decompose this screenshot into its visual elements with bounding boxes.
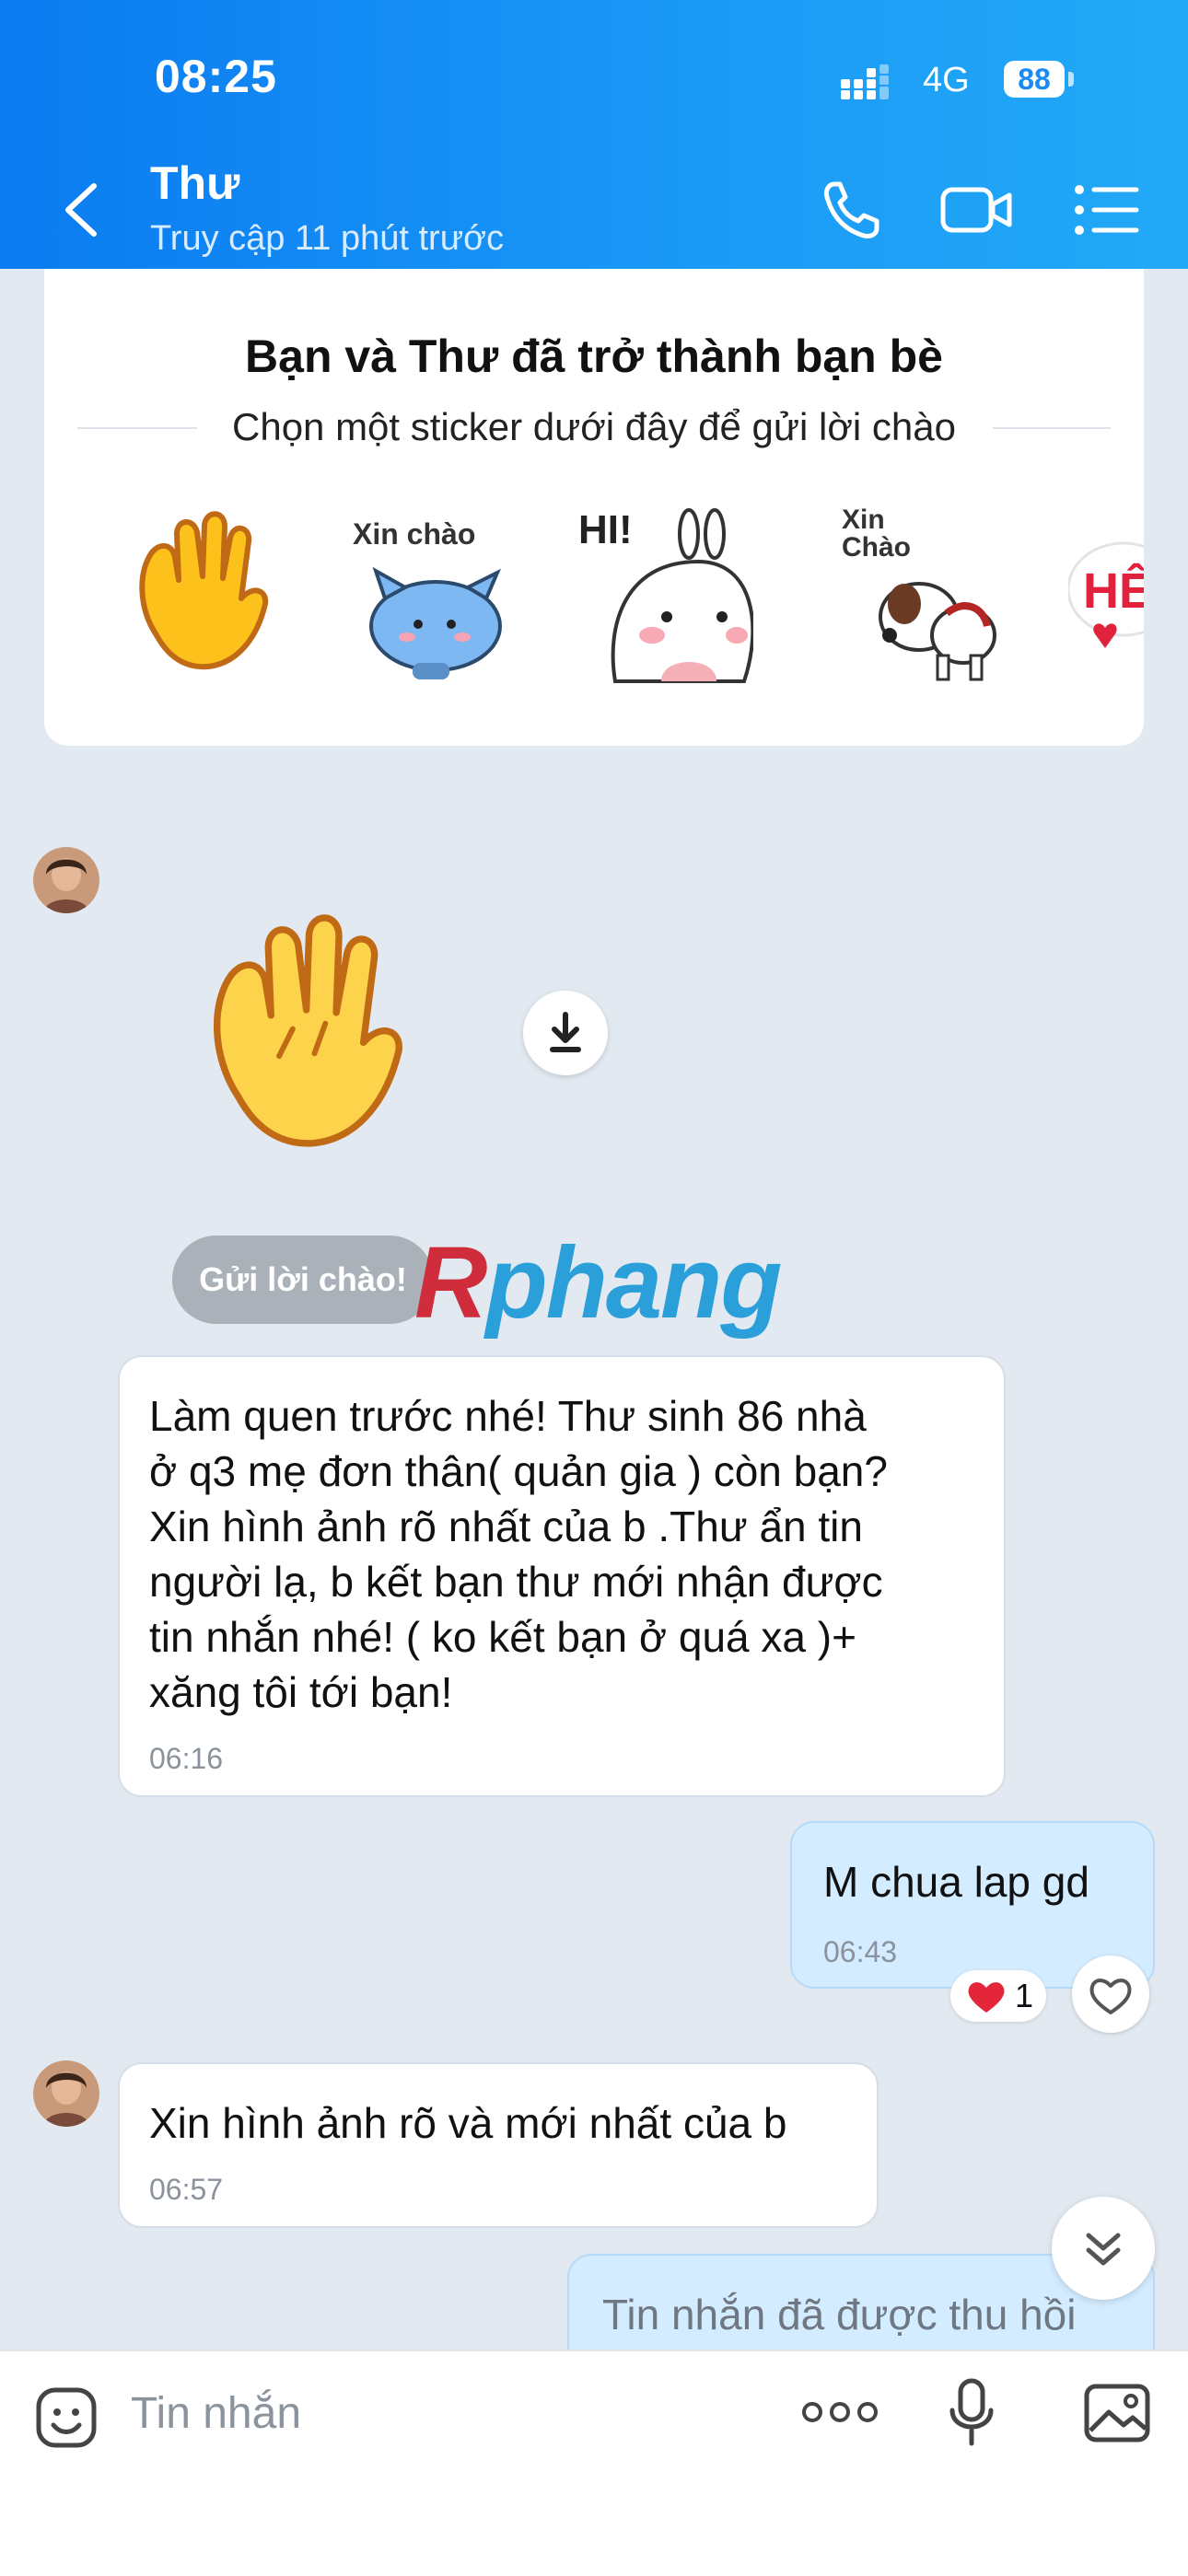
contact-avatar[interactable]	[33, 847, 99, 913]
contact-name[interactable]: Thư	[150, 157, 239, 210]
card-title: Bạn và Thư đã trở thành bạn bè	[245, 331, 943, 382]
waving-hand-sticker[interactable]	[120, 497, 295, 690]
message-input[interactable]	[129, 2375, 759, 2451]
watermark: Rphang	[414, 1224, 782, 1341]
message-text: Tin nhắn đã được thu hồi	[602, 2291, 1077, 2338]
video-call-icon[interactable]	[939, 180, 1013, 239]
download-icon	[550, 1012, 581, 1052]
watermark-r: R	[414, 1226, 487, 1340]
react-heart-button[interactable]	[1072, 1955, 1149, 2033]
reaction-count: 1	[1015, 1977, 1034, 2014]
message-input-bar	[0, 2350, 1188, 2576]
message-bubble-incoming[interactable]: Làm quen trước nhé! Thư sinh 86 nhà ở q3…	[118, 1355, 1006, 1797]
message-text: M chua lap gd	[823, 1858, 1089, 1906]
friend-suggestion-card: Bạn và Thư đã trở thành bạn bè Chọn một …	[44, 230, 1144, 746]
avatar-photo	[33, 2060, 99, 2127]
blue-cat-sticker[interactable]	[348, 497, 523, 690]
battery-level: 88	[1004, 61, 1065, 98]
phone-call-icon[interactable]	[818, 177, 884, 243]
double-chevron-down-icon	[1086, 2233, 1121, 2266]
status-time: 08:25	[155, 51, 277, 102]
image-gallery-icon[interactable]	[1083, 2383, 1151, 2443]
message-time: 06:43	[823, 1935, 898, 1968]
signal-icon	[841, 64, 889, 99]
divider	[993, 427, 1111, 429]
menu-list-icon[interactable]	[1074, 182, 1140, 238]
sticker-caption: HI!	[578, 507, 633, 552]
chat-header: 08:25 4G 88 Thư Truy cập 11 phút trước	[0, 0, 1188, 269]
watermark-rest: phang	[485, 1226, 782, 1340]
back-arrow-icon[interactable]	[59, 180, 105, 239]
send-greeting-button[interactable]: Gửi lời chào!	[172, 1236, 434, 1324]
battery-tip	[1068, 72, 1074, 87]
card-subtitle: Chọn một sticker dưới đây để gửi lời chà…	[232, 405, 956, 448]
partial-sticker[interactable]: HÊ	[1068, 534, 1144, 663]
dog-sticker[interactable]	[836, 497, 1011, 690]
message-text: Xin hình ảnh rõ và mới nhất của b	[149, 2099, 787, 2147]
reaction-summary[interactable]: 1	[950, 1970, 1046, 2022]
network-type: 4G	[923, 61, 970, 99]
heart-outline-icon	[1089, 1978, 1132, 2014]
more-options-icon[interactable]	[801, 2394, 879, 2431]
scroll-to-bottom-button[interactable]	[1052, 2197, 1155, 2300]
waving-hand-sticker[interactable]	[166, 893, 460, 1178]
sticker-caption: HÊ	[1083, 563, 1144, 619]
avatar-photo	[33, 847, 99, 913]
contact-status: Truy cập 11 phút trước	[150, 219, 505, 258]
message-time: 06:57	[149, 2173, 224, 2206]
message-text: Làm quen trước nhé! Thư sinh 86 nhà ở q3…	[149, 1392, 888, 1716]
red-heart-icon	[968, 1982, 1005, 2013]
microphone-icon[interactable]	[949, 2377, 995, 2447]
message-bubble-incoming[interactable]: Xin hình ảnh rõ và mới nhất của b 06:57	[118, 2062, 879, 2228]
bunny-hi-sticker[interactable]: HI!	[578, 497, 753, 690]
download-button[interactable]	[523, 991, 608, 1075]
message-time: 06:16	[149, 1742, 224, 1775]
contact-avatar[interactable]	[33, 2060, 99, 2127]
sticker-emoji-icon[interactable]	[33, 2385, 99, 2451]
